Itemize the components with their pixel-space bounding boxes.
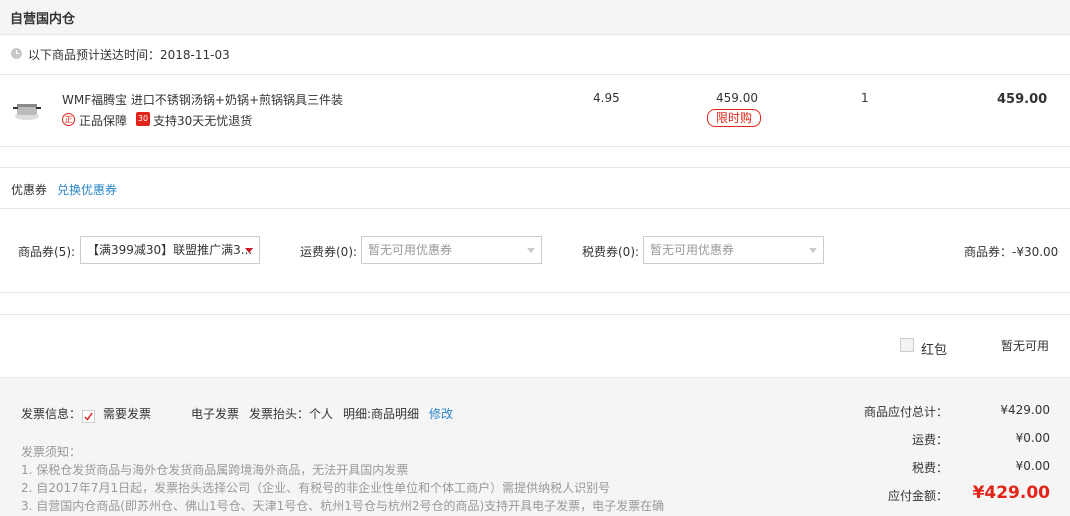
product-subtotal: 459.00	[997, 92, 1048, 107]
payable-label: 应付金额：	[887, 489, 948, 503]
product-image[interactable]	[12, 96, 42, 126]
genuine-guarantee-icon: 正	[62, 113, 75, 126]
shipping-coupon-value: 暂无可用优惠券	[368, 243, 453, 257]
redpacket-checkbox[interactable]	[900, 338, 914, 352]
invoice-note: 1. 保税仓发货商品与海外仓发货商品属跨境海外商品，无法开具国内发票	[21, 463, 409, 477]
coupon-discount-summary: 商品券：-¥30.00	[964, 245, 1059, 259]
product-quantity: 1	[861, 91, 869, 105]
divider	[0, 208, 1070, 209]
tax-coupon-value: 暂无可用优惠券	[650, 243, 735, 257]
shipping-coupon-select[interactable]: 暂无可用优惠券	[361, 236, 542, 264]
return-policy-label: 支持30天无忧退货	[153, 114, 253, 128]
invoice-detail: 明细:商品明细	[343, 407, 420, 421]
invoice-checkbox[interactable]	[82, 410, 95, 423]
product-price: 459.00	[716, 91, 758, 105]
invoice-note: 3. 自营国内仓商品(即苏州仓、佛山1号仓、天津1号仓、杭州1号仓与杭州2号仓的…	[21, 499, 665, 513]
payable-value: ¥429.00	[972, 483, 1050, 503]
edit-invoice-link[interactable]: 修改	[429, 405, 453, 422]
chevron-down-icon	[527, 248, 535, 253]
shipping-label: 运费：	[911, 433, 948, 447]
tax-label: 税费：	[911, 461, 948, 475]
check-icon	[84, 412, 93, 421]
return-30-icon: 30	[136, 112, 150, 126]
divider	[0, 146, 1070, 147]
need-invoice-label: 需要发票	[103, 407, 152, 421]
invoice-label: 发票信息：	[21, 407, 82, 421]
warehouse-title: 自营国内仓	[10, 12, 76, 27]
invoice-notice-title: 发票须知：	[21, 445, 82, 459]
shipping-value: ¥0.00	[1015, 431, 1050, 445]
tax-coupon-label: 税费券(0):	[582, 245, 640, 259]
genuine-guarantee-label: 正品保障	[79, 114, 128, 128]
goods-coupon-value: 【满399减30】联盟推广满3...	[87, 243, 253, 257]
goods-coupon-select[interactable]: 【满399减30】联盟推广满3...	[80, 236, 260, 264]
exchange-coupon-link[interactable]: 兑换优惠券	[57, 181, 117, 198]
tax-value: ¥0.00	[1015, 459, 1050, 473]
divider	[0, 74, 1070, 75]
goods-total-value: ¥429.00	[1000, 403, 1050, 417]
divider	[0, 314, 1070, 315]
invoice-type: 电子发票	[191, 407, 240, 421]
warehouse-header: 自营国内仓	[0, 0, 1070, 35]
chevron-down-icon	[245, 248, 253, 253]
divider	[0, 167, 1070, 168]
goods-coupon-label: 商品券(5):	[18, 245, 76, 259]
divider	[0, 292, 1070, 293]
clock-icon	[11, 48, 22, 59]
chevron-down-icon	[809, 248, 817, 253]
coupon-label: 优惠券	[11, 183, 48, 197]
delivery-text: 以下商品预计送达时间：2018-11-03	[28, 48, 230, 62]
redpacket-status: 暂无可用	[1001, 339, 1050, 353]
goods-total-label: 商品应付总计：	[863, 405, 948, 419]
invoice-header: 发票抬头：个人	[249, 407, 334, 421]
tax-coupon-select[interactable]: 暂无可用优惠券	[643, 236, 824, 264]
product-name[interactable]: WMF福腾宝 进口不锈钢汤锅+奶锅+煎锅锅具三件装	[62, 91, 343, 108]
invoice-note: 2. 自2017年7月1日起，发票抬头选择公司（企业、有税号的非企业性单位和个体…	[21, 481, 611, 495]
redpacket-label: 红包	[921, 343, 948, 358]
limited-sale-badge: 限时购	[707, 109, 762, 127]
product-weight: 4.95	[593, 91, 620, 105]
shipping-coupon-label: 运费券(0):	[300, 245, 358, 259]
